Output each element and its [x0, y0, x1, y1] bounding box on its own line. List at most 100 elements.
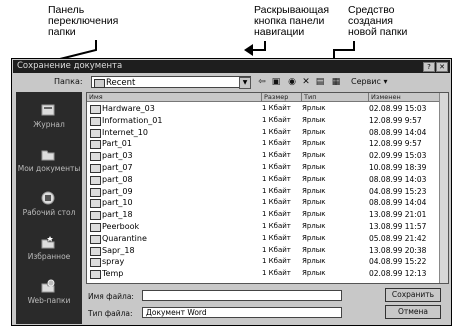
- file-name: Quarantine: [102, 233, 147, 243]
- file-type: Ярлык: [302, 127, 326, 136]
- file-modified: 08.08.99 14:04: [369, 127, 427, 137]
- place-history[interactable]: Журнал: [16, 96, 82, 138]
- file-modified: 10.08.99 18:39: [369, 163, 427, 172]
- filename-field[interactable]: [142, 290, 342, 301]
- file-type: Ярлык: [302, 115, 326, 124]
- file-row[interactable]: part_03 1 Кбайт Ярлык 02.09.99 15:03: [87, 150, 442, 162]
- tools-menu-button[interactable]: Сервис ▾: [351, 76, 391, 88]
- file-name: Information_01: [102, 115, 163, 125]
- file-row[interactable]: Sapr_18 1 Кбайт Ярлык 13.08.99 20:38: [87, 245, 442, 256]
- file-modified: 08.08.99 14:03: [369, 174, 427, 184]
- shortcut-icon: [90, 211, 101, 221]
- shortcut-icon: [90, 270, 101, 280]
- file-modified: 13.08.99 20:38: [369, 245, 427, 255]
- file-row[interactable]: Hardware_03 1 Кбайт Ярлык 02.08.99 15:03: [87, 103, 442, 114]
- web-search-icon[interactable]: ◉: [286, 76, 298, 88]
- file-type: Ярлык: [302, 257, 326, 266]
- file-row[interactable]: Information_01 1 Кбайт Ярлык 12.08.99 9:57: [87, 115, 442, 126]
- shortcut-icon: [90, 116, 101, 126]
- file-row[interactable]: part_07 1 Кбайт Ярлык 10.08.99 18:39: [87, 162, 442, 173]
- close-button[interactable]: ✕: [436, 62, 448, 72]
- file-modified: 02.08.99 15:03: [369, 104, 427, 113]
- shortcut-icon: [90, 246, 101, 256]
- column-header-type[interactable]: Тип: [302, 93, 369, 102]
- look-in-label: Папка:: [54, 77, 83, 86]
- file-size: 1 Кбайт: [262, 151, 291, 160]
- place-label: Избранное: [27, 252, 71, 261]
- chevron-down-icon[interactable]: ▼: [239, 77, 251, 89]
- place-my-documents[interactable]: Мои документы: [16, 140, 82, 182]
- file-size: 1 Кбайт: [262, 127, 291, 136]
- callout-folder-bar: Панель переключения папки: [48, 5, 144, 38]
- column-header-size[interactable]: Размер: [262, 93, 302, 102]
- my-documents-icon: [41, 150, 55, 161]
- file-type: Ярлык: [302, 151, 326, 160]
- file-row[interactable]: Peerbook 1 Кбайт Ярлык 13.08.99 11:57: [87, 221, 442, 232]
- place-desktop[interactable]: Рабочий стол: [16, 184, 82, 226]
- file-name: Part_01: [102, 139, 132, 149]
- place-label: Web-папки: [27, 296, 71, 305]
- vertical-scrollbar[interactable]: [439, 93, 448, 283]
- column-header-name[interactable]: Имя: [87, 93, 262, 102]
- file-row[interactable]: Part_01 1 Кбайт Ярлык 12.08.99 9:57: [87, 138, 442, 150]
- place-label: Журнал: [33, 120, 65, 129]
- desktop-icon: [41, 191, 55, 205]
- file-size: 1 Кбайт: [262, 104, 291, 112]
- save-dialog: Сохранение документа ? ✕ Папка: Recent ▼…: [11, 58, 452, 326]
- file-name: Internet_10: [102, 127, 148, 137]
- callout-line-3: новой папки: [348, 26, 408, 38]
- file-modified: 04.08.99 15:23: [369, 186, 427, 196]
- file-row[interactable]: part_09 1 Кбайт Ярлык 04.08.99 15:23: [87, 186, 442, 197]
- file-row[interactable]: Temp 1 Кбайт Ярлык 02.08.99 12:13: [87, 268, 442, 280]
- shortcut-icon: [90, 234, 101, 244]
- file-row[interactable]: part_08 1 Кбайт Ярлык 08.08.99 14:03: [87, 174, 442, 185]
- file-type: Ярлык: [302, 104, 326, 112]
- look-in-row: Папка: Recent ▼ ⇦ ▣ ◉ ✕ ▤ ▦ Сервис ▾: [16, 76, 447, 90]
- views-icon[interactable]: ▦: [330, 76, 342, 88]
- file-row[interactable]: Quarantine 1 Кбайт Ярлык 05.08.99 21:42: [87, 233, 442, 244]
- save-button[interactable]: Сохранить: [385, 288, 441, 302]
- file-row[interactable]: part_18 1 Кбайт Ярлык 13.08.99 21:01: [87, 209, 442, 221]
- file-type: Ярлык: [302, 210, 326, 219]
- file-size: 1 Кбайт: [262, 257, 291, 266]
- up-pointer-line: [251, 41, 266, 51]
- file-type: Ярлык: [302, 139, 326, 148]
- file-type: Ярлык: [302, 245, 326, 254]
- filename-label: Имя файла:: [88, 292, 134, 301]
- file-name: Peerbook: [102, 222, 140, 231]
- place-favorites[interactable]: Избранное: [16, 228, 82, 270]
- file-modified: 08.08.99 14:04: [369, 198, 427, 208]
- column-header-modified[interactable]: Изменен: [369, 93, 442, 102]
- callout-new-folder: Средство создания новой папки: [348, 5, 438, 38]
- file-modified: 13.08.99 21:01: [369, 210, 427, 220]
- new-folder-icon[interactable]: ▤: [314, 76, 326, 88]
- file-name: part_03: [102, 151, 133, 161]
- filetype-select[interactable]: Документ Word: [142, 307, 342, 318]
- shortcut-icon: [90, 164, 101, 173]
- file-name: Hardware_03: [102, 104, 155, 113]
- place-label: Мои документы: [17, 164, 81, 173]
- callout-line-3: навигации: [254, 26, 305, 38]
- file-name: spray: [102, 257, 125, 267]
- help-button[interactable]: ?: [423, 62, 435, 72]
- file-name: Sapr_18: [102, 245, 135, 255]
- file-row[interactable]: Internet_10 1 Кбайт Ярлык 08.08.99 14:04: [87, 127, 442, 138]
- file-size: 1 Кбайт: [262, 115, 291, 124]
- file-modified: 05.08.99 21:42: [369, 233, 427, 243]
- favorites-icon: [41, 236, 55, 249]
- place-web-folders[interactable]: Web-папки: [16, 272, 82, 314]
- file-row[interactable]: spray 1 Кбайт Ярлык 04.08.99 15:22: [87, 256, 442, 268]
- cancel-button[interactable]: Отмена: [385, 305, 441, 319]
- file-type: Ярлык: [302, 163, 326, 171]
- look-in-combo[interactable]: Recent: [91, 76, 251, 88]
- back-arrow-icon[interactable]: ⇦: [256, 76, 268, 88]
- file-name: part_09: [102, 186, 133, 196]
- shortcut-icon: [90, 128, 101, 138]
- file-modified: 02.08.99 12:13: [369, 269, 427, 279]
- file-list[interactable]: Имя Размер Тип Изменен Hardware_03 1 Кбай…: [86, 92, 449, 284]
- up-folder-icon[interactable]: ▣: [270, 76, 282, 88]
- file-row[interactable]: part_10 1 Кбайт Ярлык 08.08.99 14:04: [87, 197, 442, 209]
- delete-icon[interactable]: ✕: [300, 76, 312, 88]
- shortcut-icon: [90, 140, 101, 150]
- place-label: Рабочий стол: [22, 208, 76, 217]
